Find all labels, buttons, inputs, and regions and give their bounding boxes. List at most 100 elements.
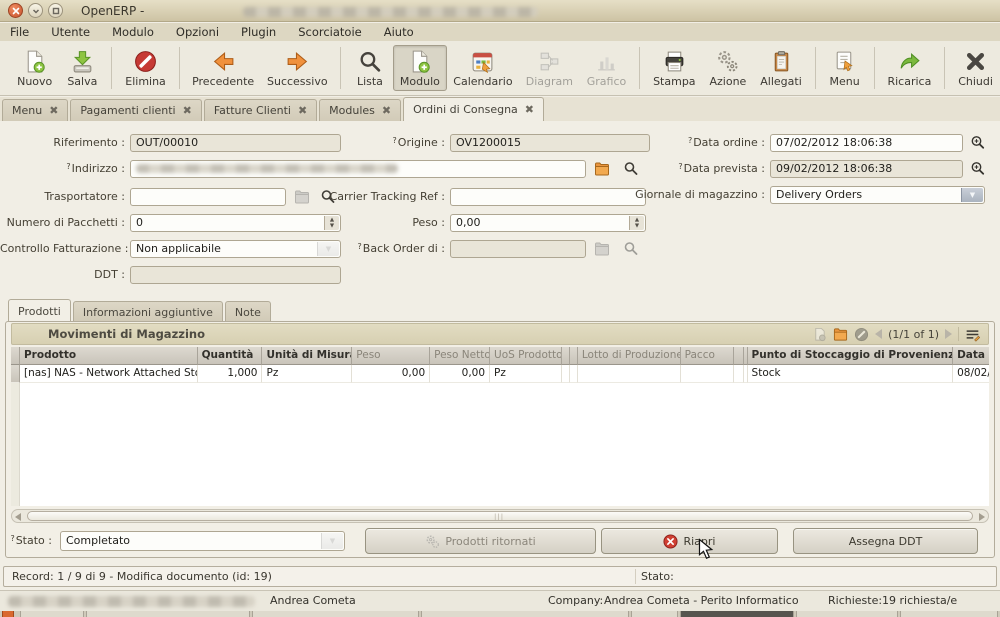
menu-modulo[interactable]: Modulo [112, 25, 154, 39]
new-button[interactable]: Nuovo [10, 45, 59, 91]
action-button[interactable]: Azione [702, 45, 753, 91]
notebook-tab-note[interactable]: Note [225, 301, 271, 322]
taskbar-segment-active[interactable] [680, 611, 794, 617]
open-folder-icon[interactable] [594, 161, 610, 177]
requests-label: Richieste: [828, 594, 882, 607]
spin-buttons[interactable]: ▲▼ [629, 216, 644, 230]
stato-combo[interactable]: Completato ▼ [60, 531, 345, 551]
prodotti-ritornati-button[interactable]: Prodotti ritornati [365, 528, 596, 554]
attachments-button[interactable]: Allegati [753, 45, 808, 91]
scrollbar-thumb[interactable]: ||| [27, 511, 973, 521]
tab-close-icon[interactable]: ✖ [298, 104, 307, 117]
window-minimize-button[interactable] [28, 3, 43, 18]
taskbar-segment[interactable] [2, 611, 14, 617]
form-view-button[interactable]: Modulo [393, 45, 447, 91]
openerp-window: OpenERP - File Utente Modulo Opzioni Plu… [0, 0, 1000, 617]
print-button[interactable]: Stampa [646, 45, 702, 91]
menu-button[interactable]: Menu [822, 45, 868, 91]
menu-opzioni[interactable]: Opzioni [176, 25, 219, 39]
riapri-button[interactable]: Riapri [601, 528, 778, 554]
tab-pagamenti-clienti[interactable]: Pagamenti clienti ✖ [70, 99, 201, 121]
trasportatore-field[interactable] [130, 188, 286, 206]
search-record-icon-disabled [623, 241, 639, 257]
notebook-tab-informazioni-aggiuntive[interactable]: Informazioni aggiuntive [73, 301, 223, 322]
delete-button[interactable]: Elimina [118, 45, 172, 91]
menu-scorciatoie[interactable]: Scorciatoie [298, 25, 362, 39]
save-button[interactable]: Salva [59, 45, 105, 91]
reload-arrow-icon [897, 49, 922, 74]
company-value: Andrea Cometa - Perito Informatico [604, 594, 799, 607]
tab-close-icon[interactable]: ✖ [49, 104, 58, 117]
cell-peso-netto: 0,00 [430, 365, 490, 383]
cell-unita-di-misura: Pz [262, 365, 352, 383]
record-status: Record: 1 / 9 di 9 - Modifica documento … [3, 566, 997, 587]
taskbar-segment[interactable] [796, 611, 898, 617]
list-view-button[interactable]: Lista [347, 45, 393, 91]
open-record-icon[interactable] [833, 327, 848, 342]
next-button[interactable]: Successivo [261, 45, 334, 91]
previous-button[interactable]: Precedente [186, 45, 261, 91]
pager-next-icon[interactable] [945, 329, 952, 339]
scrollbar-grip: ||| [494, 514, 506, 520]
tab-modules[interactable]: Modules ✖ [319, 99, 401, 121]
menu-file[interactable]: File [10, 25, 29, 39]
titlebar: OpenERP - [0, 0, 1000, 22]
data-ordine-field[interactable]: 07/02/2012 18:06:38 [770, 134, 963, 152]
column-uos-prodotto[interactable]: UoS Prodotto [490, 347, 562, 365]
switch-view-icon[interactable] [965, 327, 980, 342]
taskbar-segment[interactable] [252, 611, 419, 617]
menu-plugin[interactable]: Plugin [241, 25, 276, 39]
tab-close-icon[interactable]: ✖ [183, 104, 192, 117]
horizontal-scrollbar[interactable]: ||| [11, 509, 989, 523]
scroll-right-icon[interactable] [979, 513, 985, 521]
dropdown-arrow-icon[interactable]: ▼ [961, 188, 983, 202]
tab-ordini-di-consegna[interactable]: Ordini di Consegna ✖ [403, 97, 544, 121]
giornale-magazzino-combo[interactable]: Delivery Orders ▼ [770, 186, 985, 204]
redacted-server-info [8, 596, 255, 607]
window-close-button[interactable] [8, 3, 23, 18]
scroll-left-icon[interactable] [15, 513, 21, 521]
search-icon [357, 49, 382, 74]
taskbar-segment[interactable] [86, 611, 250, 617]
reload-button[interactable]: Ricarica [881, 45, 939, 91]
taskbar-segment[interactable] [421, 611, 629, 617]
tab-close-icon[interactable]: ✖ [525, 103, 534, 116]
close-tab-button[interactable]: Chiudi [951, 45, 1000, 91]
window-maximize-button[interactable] [48, 3, 63, 18]
tab-menu[interactable]: Menu ✖ [2, 99, 68, 121]
column-pacco[interactable]: Pacco [681, 347, 734, 365]
cancel-circle-icon [663, 534, 678, 549]
calendar-view-button[interactable]: Calendario [447, 45, 519, 91]
column-quantita[interactable]: Quantità [198, 347, 263, 365]
date-zoom-icon[interactable] [970, 161, 986, 177]
taskbar-segment[interactable] [631, 611, 678, 617]
table-row[interactable]: [nas] NAS - Network Attached Storage 1,0… [11, 365, 989, 383]
tab-close-icon[interactable]: ✖ [382, 104, 391, 117]
assegna-ddt-button[interactable]: Assegna DDT [793, 528, 978, 554]
menu-utente[interactable]: Utente [51, 25, 90, 39]
stato-label: ?Stato : [0, 532, 52, 550]
column-unita-di-misura[interactable]: Unità di Misura [262, 347, 352, 365]
column-lotto-di-produzione[interactable]: Lotto di Produzione [578, 347, 681, 365]
graph-view-button: Grafico [580, 45, 633, 91]
notebook-tabs: Prodotti Informazioni aggiuntive Note [8, 299, 273, 322]
column-data[interactable]: Data [953, 347, 989, 365]
pager-previous-icon[interactable] [875, 329, 882, 339]
date-zoom-icon[interactable] [970, 135, 986, 151]
column-prodotto[interactable]: Prodotto [20, 347, 198, 365]
taskbar-segment[interactable] [20, 611, 84, 617]
taskbar-segment[interactable] [900, 611, 998, 617]
origine-label: ?Origine : [300, 134, 445, 152]
arrow-left-icon [211, 49, 236, 74]
data-prevista-field: 09/02/2012 18:06:38 [770, 160, 963, 178]
menu-aiuto[interactable]: Aiuto [384, 25, 414, 39]
bottom-infobar: Andrea Cometa Company: Andrea Cometa - P… [0, 590, 1000, 611]
column-peso[interactable]: Peso [352, 347, 430, 365]
peso-spinner[interactable]: 0,00 ▲▼ [450, 214, 646, 232]
notebook-tab-prodotti[interactable]: Prodotti [8, 299, 71, 322]
tab-fatture-clienti[interactable]: Fatture Clienti ✖ [204, 99, 317, 121]
company-label: Company: [548, 594, 603, 607]
column-peso-netto[interactable]: Peso Netto [430, 347, 490, 365]
row-header-strip [11, 383, 20, 506]
column-punto-di-stoccaggio[interactable]: Punto di Stoccaggio di Provenienza [748, 347, 954, 365]
